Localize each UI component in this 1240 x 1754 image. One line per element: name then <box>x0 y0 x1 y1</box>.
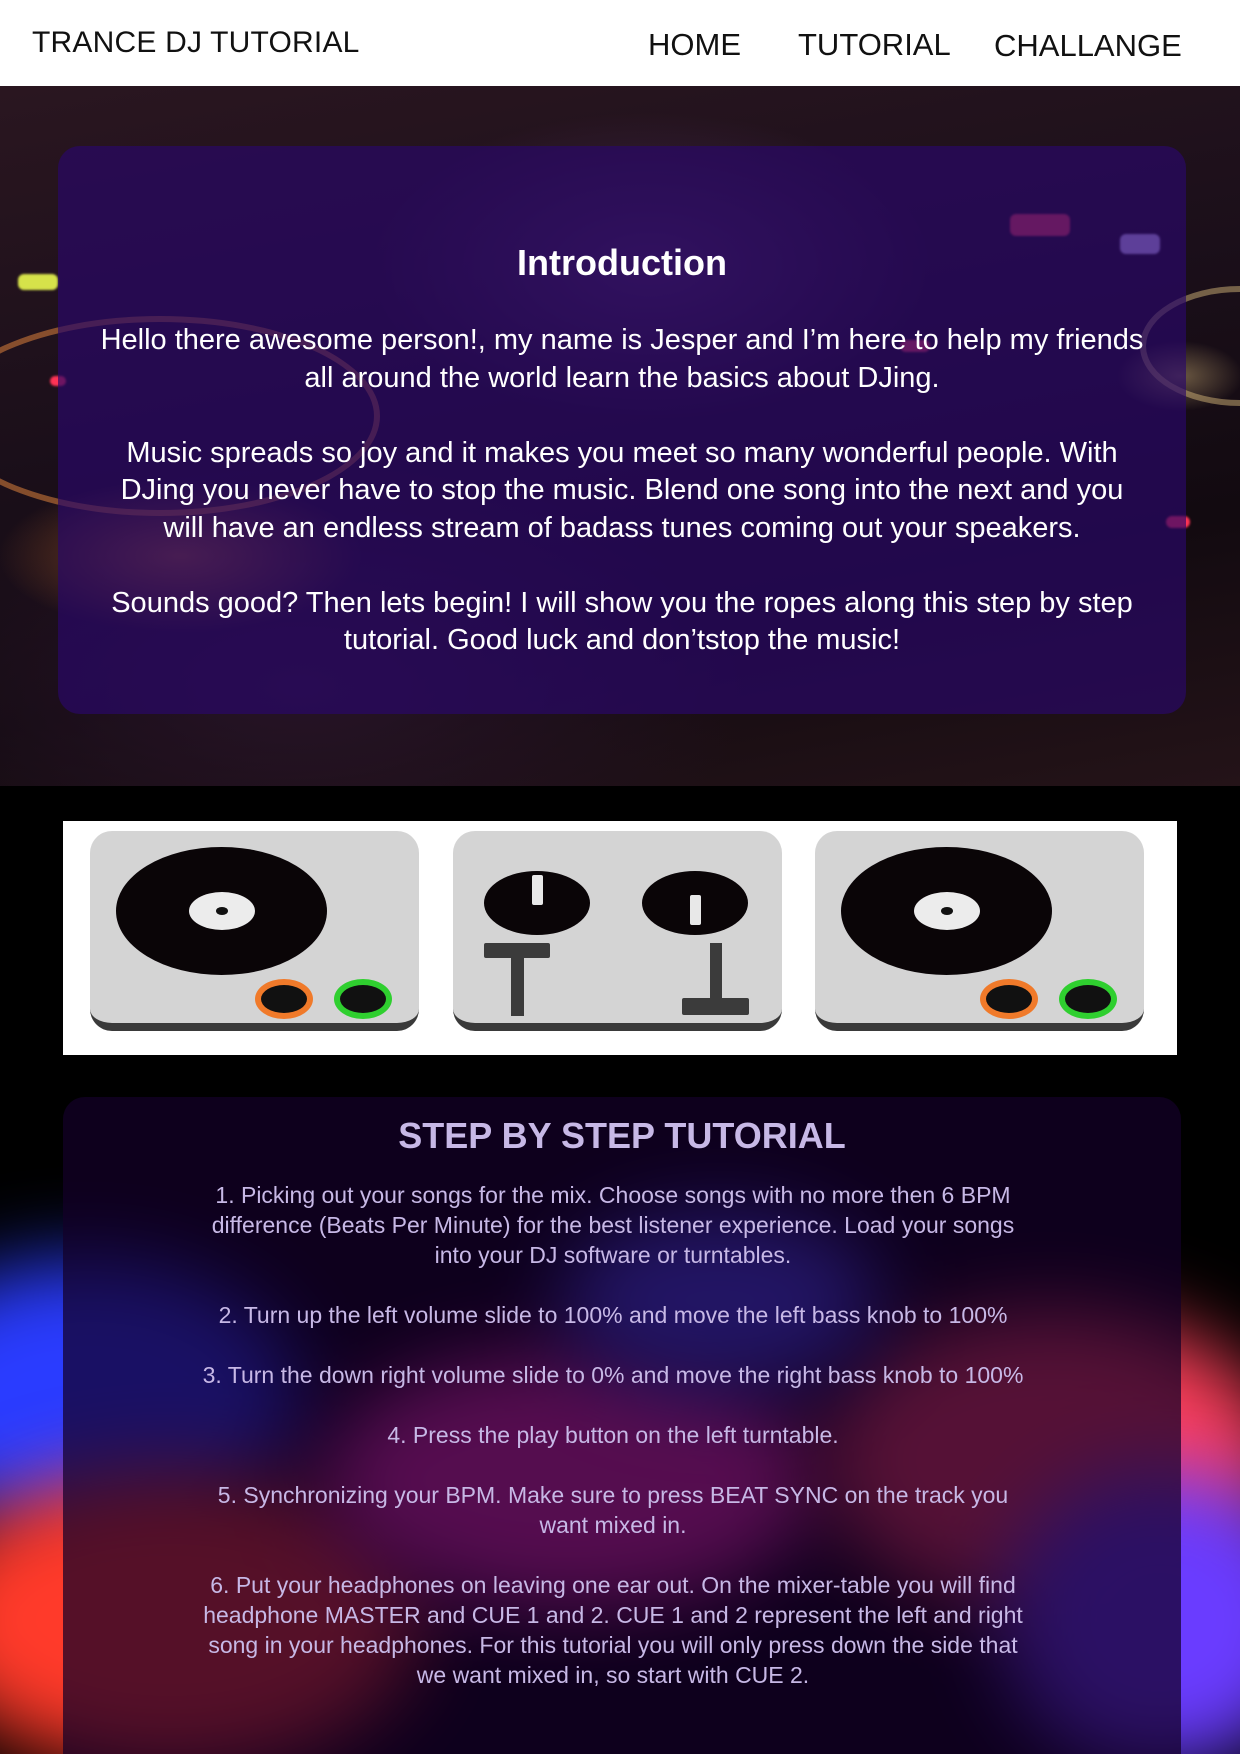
hero-dj-console-background: Introduction Hello there awesome person!… <box>0 86 1240 786</box>
top-navigation-bar: TRANCE DJ TUTORIAL HOME TUTORIAL CHALLAN… <box>0 0 1240 86</box>
tutorial-step: 4. Press the play button on the left tur… <box>387 1422 839 1448</box>
introduction-body: Hello there awesome person!, my name is … <box>98 322 1146 697</box>
tutorial-step: 5. Synchronizing your BPM. Make sure to … <box>217 1482 1009 1538</box>
cue-button-icon <box>255 979 313 1019</box>
tutorial-panel: STEP BY STEP TUTORIAL 1. Picking out you… <box>63 1097 1181 1754</box>
introduction-panel: Introduction Hello there awesome person!… <box>58 146 1186 714</box>
intro-paragraph: Music spreads so joy and it makes you me… <box>120 436 1124 544</box>
tutorial-step: 6. Put your headphones on leaving one ea… <box>203 1572 1023 1688</box>
intro-paragraph: Hello there awesome person!, my name is … <box>100 324 1144 394</box>
console-light <box>18 274 58 290</box>
right-knob-icon <box>642 871 748 935</box>
record-label-icon <box>914 892 980 930</box>
play-button-icon <box>1059 979 1117 1019</box>
platter-icon <box>841 847 1052 975</box>
tutorial-step: 1. Picking out your songs for the mix. C… <box>211 1182 1015 1268</box>
site-brand[interactable]: TRANCE DJ TUTORIAL <box>32 26 360 60</box>
dj-gear-illustration-strip <box>63 821 1177 1055</box>
tutorial-step: 3. Turn the down right volume slide to 0… <box>202 1362 1024 1388</box>
introduction-title: Introduction <box>517 242 727 283</box>
tutorial-steps: 1. Picking out your songs for the mix. C… <box>193 1180 1033 1720</box>
cue-button-icon <box>980 979 1038 1019</box>
intro-paragraph: Sounds good? Then lets begin! I will sho… <box>111 586 1133 657</box>
nav-challange-link[interactable]: CHALLANGE <box>994 28 1182 64</box>
record-label-icon <box>189 892 255 930</box>
left-knob-icon <box>484 871 590 935</box>
play-button-icon <box>334 979 392 1019</box>
tutorial-step: 2. Turn up the left volume slide to 100%… <box>218 1302 1008 1328</box>
tutorial-title: STEP BY STEP TUTORIAL <box>398 1115 846 1156</box>
nav-home-link[interactable]: HOME <box>648 27 741 63</box>
platter-icon <box>116 847 327 975</box>
nav-tutorial-link[interactable]: TUTORIAL <box>798 27 951 63</box>
turntable-left-icon <box>90 831 419 1031</box>
mixer-icon <box>453 831 782 1031</box>
left-fader-icon <box>484 943 550 1016</box>
turntable-right-icon <box>815 831 1144 1031</box>
